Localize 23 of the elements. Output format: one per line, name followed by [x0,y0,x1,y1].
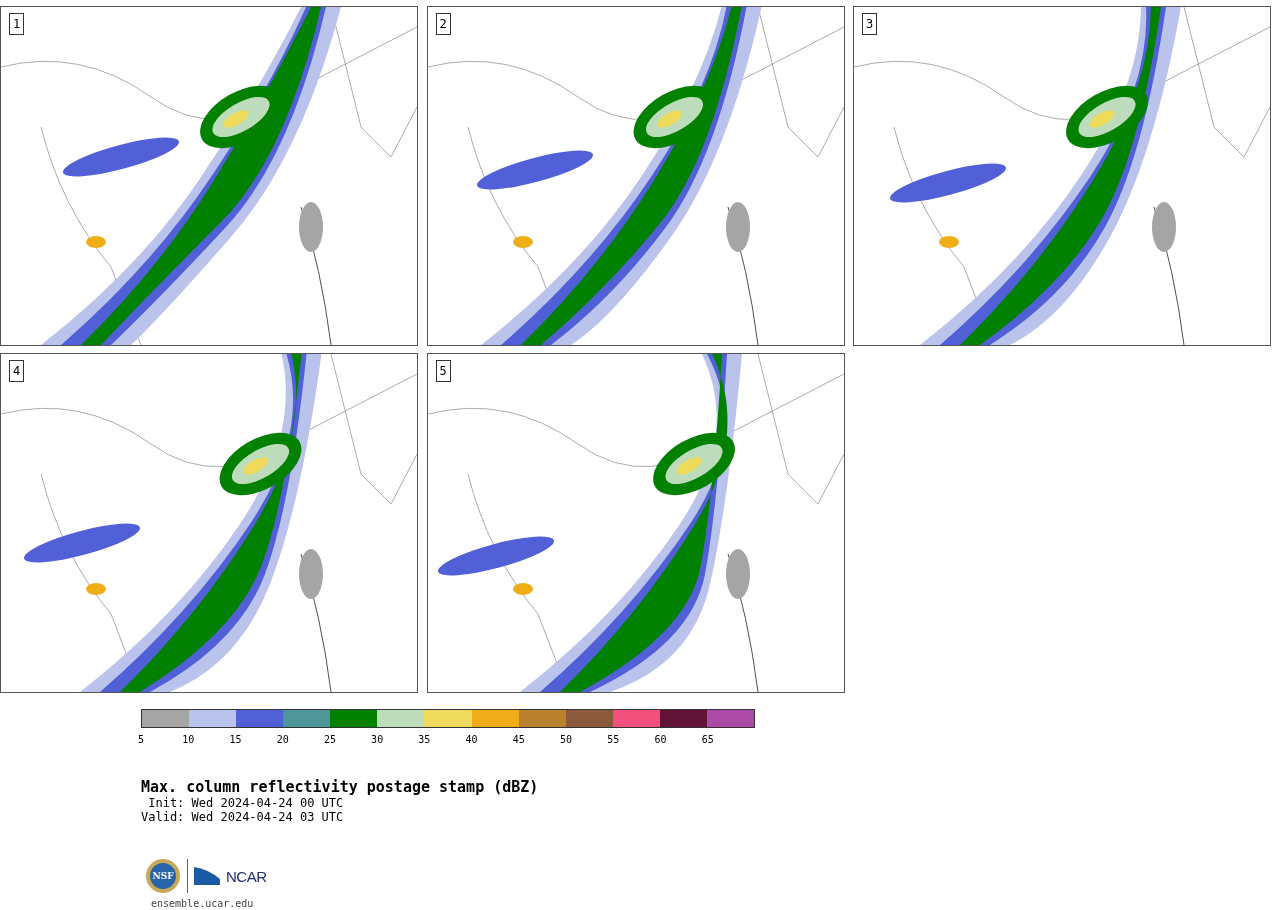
colorbar-tick-label: 35 [418,734,431,745]
panel-number: 4 [9,360,25,382]
panel-number: 3 [862,13,878,35]
valid-time: Valid: Wed 2024-04-24 03 UTC [141,810,344,824]
colorbar-tick-label: 45 [512,734,525,745]
colorbar-tick-label: 15 [229,734,242,745]
site-url: ensemble.ucar.edu [151,898,254,909]
colorbar-tick-label: 60 [654,734,667,745]
seal-logo: NSF [145,858,181,894]
init-time: Init: Wed 2024-04-24 00 UTC [147,796,344,810]
panel-number: 1 [9,13,25,35]
swoosh-logo-icon [194,867,220,885]
colorbar-tick-label: 30 [371,734,384,745]
colorbar-tick-label: 10 [182,734,195,745]
colorbar-tick-label: 5 [138,734,144,745]
colorbar-tick-label: 40 [465,734,478,745]
logo-wordmark: NCAR [226,867,267,885]
colorbar-tick-label: 25 [323,734,336,745]
colorbar-tick-label: 65 [701,734,714,745]
colorbar-tick-label: 55 [607,734,620,745]
colorbar-tick-label: 50 [560,734,573,745]
colorbar-tick-label: 20 [276,734,289,745]
chart-title: Max. column reflectivity postage stamp (dBZ) [141,778,539,796]
